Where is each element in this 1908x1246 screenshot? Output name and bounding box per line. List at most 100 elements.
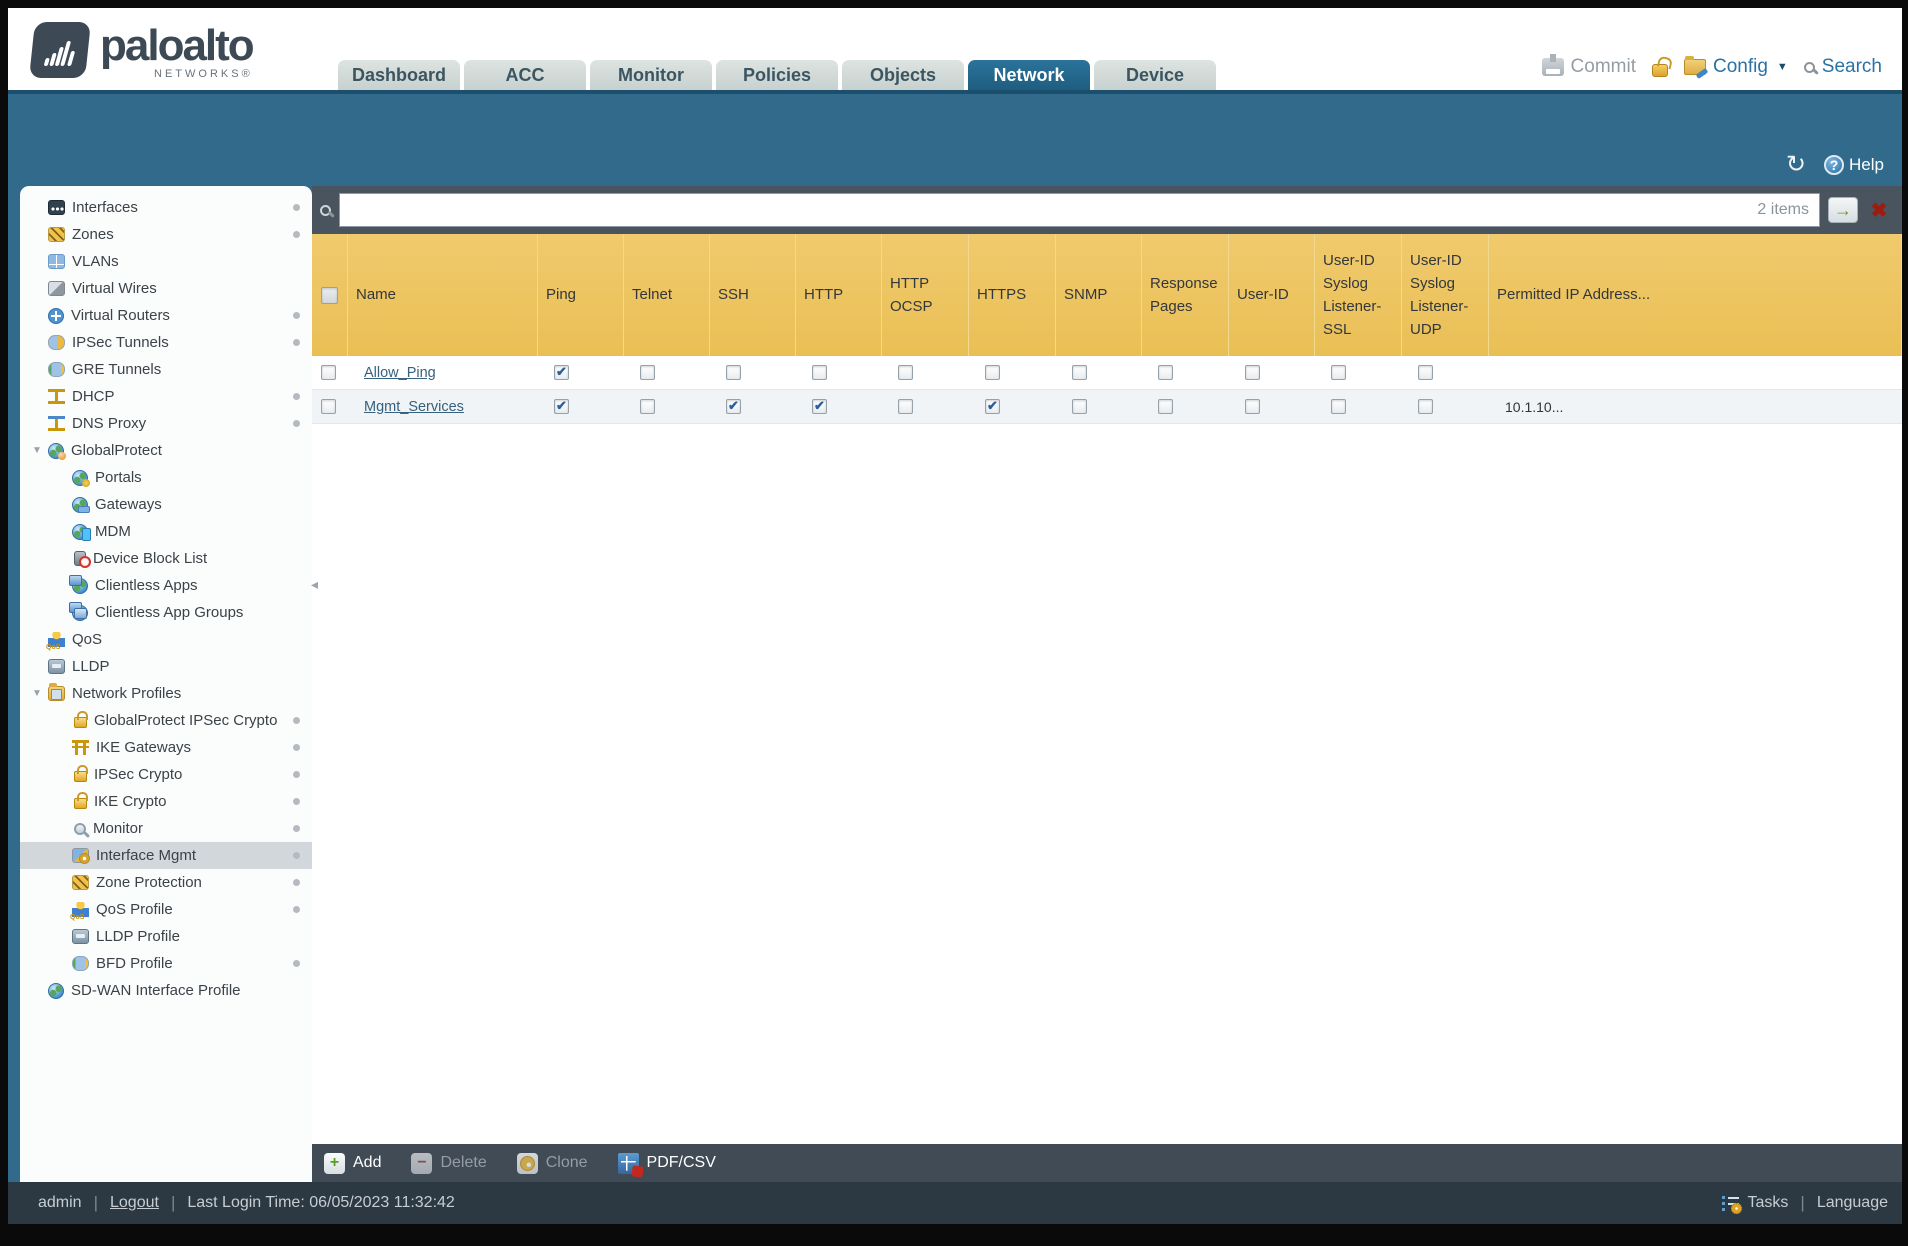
delete-button[interactable]: − Delete: [411, 1152, 487, 1174]
help-button[interactable]: ? Help: [1824, 155, 1884, 175]
sidebar-item-virtual-wires[interactable]: Virtual Wires: [20, 275, 312, 302]
column-header-user-id-syslog-udp[interactable]: User-ID Syslog Listener-UDP: [1402, 234, 1489, 356]
sidebar-item-qos[interactable]: QoS: [20, 626, 312, 653]
user-id-checkbox[interactable]: [1245, 399, 1260, 414]
sidebar-item-lldp[interactable]: LLDP: [20, 653, 312, 680]
tab-network[interactable]: Network: [968, 60, 1090, 90]
sidebar-item-qos-profile[interactable]: QoS Profile: [20, 896, 312, 923]
profile-name-link[interactable]: Allow_Ping: [364, 365, 436, 381]
column-header-ssh[interactable]: SSH: [710, 234, 796, 356]
column-header-user-id[interactable]: User-ID: [1229, 234, 1315, 356]
sidebar-item-virtual-routers[interactable]: Virtual Routers: [20, 302, 312, 329]
expander-icon[interactable]: ▼: [32, 445, 48, 456]
sidebar-item-globalprotect-ipsec-crypto[interactable]: GlobalProtect IPSec Crypto: [20, 707, 312, 734]
ssh-checkbox[interactable]: [726, 365, 741, 380]
commit-button[interactable]: Commit: [1541, 54, 1636, 78]
sidebar-item-bfd-profile[interactable]: BFD Profile: [20, 950, 312, 977]
tab-acc[interactable]: ACC: [464, 60, 586, 90]
profile-name-link[interactable]: Mgmt_Services: [364, 399, 464, 415]
column-header-permitted-ip[interactable]: Permitted IP Address...: [1489, 234, 1902, 356]
sidebar-item-globalprotect[interactable]: ▼ GlobalProtect: [20, 437, 312, 464]
ping-checkbox[interactable]: [554, 399, 569, 414]
sidebar-item-vlans[interactable]: VLANs: [20, 248, 312, 275]
response-pages-checkbox[interactable]: [1158, 399, 1173, 414]
user-id-syslog-udp-checkbox[interactable]: [1418, 365, 1433, 380]
snmp-checkbox[interactable]: [1072, 365, 1087, 380]
clear-filter-button[interactable]: ✖: [1866, 197, 1892, 223]
column-header-http-ocsp[interactable]: HTTP OCSP: [882, 234, 969, 356]
sidebar-item-gre-tunnels[interactable]: GRE Tunnels: [20, 356, 312, 383]
user-id-syslog-udp-checkbox[interactable]: [1418, 399, 1433, 414]
logout-link[interactable]: Logout: [110, 1194, 159, 1212]
user-id-syslog-ssl-checkbox[interactable]: [1331, 399, 1346, 414]
http-checkbox[interactable]: [812, 399, 827, 414]
column-header-http[interactable]: HTTP: [796, 234, 882, 356]
http-ocsp-checkbox[interactable]: [898, 365, 913, 380]
sidebar-item-interfaces[interactable]: Interfaces: [20, 194, 312, 221]
row-checkbox[interactable]: [321, 365, 336, 380]
ssh-checkbox[interactable]: [726, 399, 741, 414]
sidebar-item-gateways[interactable]: Gateways: [20, 491, 312, 518]
sidebar-item-dns-proxy[interactable]: DNS Proxy: [20, 410, 312, 437]
https-checkbox[interactable]: [985, 365, 1000, 380]
tab-monitor[interactable]: Monitor: [590, 60, 712, 90]
response-pages-checkbox[interactable]: [1158, 365, 1173, 380]
tab-dashboard[interactable]: Dashboard: [338, 60, 460, 90]
tab-device[interactable]: Device: [1094, 60, 1216, 90]
ping-checkbox[interactable]: [554, 365, 569, 380]
sidebar-item-label: Gateways: [95, 496, 162, 513]
sidebar-item-clientless-apps[interactable]: Clientless Apps: [20, 572, 312, 599]
sidebar-item-clientless-app-groups[interactable]: Clientless App Groups: [20, 599, 312, 626]
refresh-icon[interactable]: ↻: [1786, 153, 1806, 177]
sidebar-item-monitor[interactable]: Monitor: [20, 815, 312, 842]
sidebar-item-ipsec-tunnels[interactable]: IPSec Tunnels: [20, 329, 312, 356]
sidebar-item-zone-protection[interactable]: Zone Protection: [20, 869, 312, 896]
tasks-link[interactable]: Tasks: [1747, 1194, 1788, 1212]
http-ocsp-checkbox[interactable]: [898, 399, 913, 414]
sidebar-item-network-profiles[interactable]: ▼ Network Profiles: [20, 680, 312, 707]
sidebar-item-dhcp[interactable]: DHCP: [20, 383, 312, 410]
user-id-checkbox[interactable]: [1245, 365, 1260, 380]
sidebar-item-sd-wan-interface-profile[interactable]: SD-WAN Interface Profile: [20, 977, 312, 1004]
telnet-checkbox[interactable]: [640, 399, 655, 414]
sidebar-item-ike-crypto[interactable]: IKE Crypto: [20, 788, 312, 815]
filter-input[interactable]: [350, 201, 1758, 219]
search-button[interactable]: Search: [1803, 56, 1882, 78]
sidebar-item-ipsec-crypto[interactable]: IPSec Crypto: [20, 761, 312, 788]
sidebar-item-interface-mgmt[interactable]: Interface Mgmt: [20, 842, 312, 869]
column-header-https[interactable]: HTTPS: [969, 234, 1056, 356]
sidebar-item-lldp-profile[interactable]: LLDP Profile: [20, 923, 312, 950]
http-checkbox[interactable]: [812, 365, 827, 380]
pdf-csv-button[interactable]: PDF/CSV: [617, 1152, 716, 1174]
add-button[interactable]: + Add: [324, 1152, 381, 1174]
snmp-checkbox[interactable]: [1072, 399, 1087, 414]
tab-policies[interactable]: Policies: [716, 60, 838, 90]
sidebar-item-mdm[interactable]: MDM: [20, 518, 312, 545]
column-header-snmp[interactable]: SNMP: [1056, 234, 1142, 356]
column-header-response-pages[interactable]: Response Pages: [1142, 234, 1229, 356]
https-checkbox[interactable]: [985, 399, 1000, 414]
top-header: paloalto NETWORKS® Dashboard ACC Monitor Po…: [8, 8, 1902, 90]
tab-objects[interactable]: Objects: [842, 60, 964, 90]
language-link[interactable]: Language: [1817, 1194, 1888, 1212]
sidebar-item-portals[interactable]: Portals: [20, 464, 312, 491]
expander-icon[interactable]: ▼: [32, 688, 48, 699]
apply-filter-button[interactable]: →: [1828, 197, 1858, 223]
config-button[interactable]: Config ▼: [1683, 56, 1788, 78]
sidebar-item-ike-gateways[interactable]: IKE Gateways: [20, 734, 312, 761]
column-header-telnet[interactable]: Telnet: [624, 234, 710, 356]
telnet-checkbox[interactable]: [640, 365, 655, 380]
column-header-name[interactable]: Name: [348, 234, 538, 356]
tasks-icon: [1722, 1195, 1743, 1214]
sidebar-item-label: GRE Tunnels: [72, 361, 162, 378]
select-all-checkbox[interactable]: [321, 286, 338, 304]
clone-button[interactable]: Clone: [516, 1152, 588, 1174]
row-checkbox[interactable]: [321, 399, 336, 414]
user-id-syslog-ssl-checkbox[interactable]: [1331, 365, 1346, 380]
sidebar-item-zones[interactable]: Zones: [20, 221, 312, 248]
lock-icon[interactable]: [1651, 64, 1668, 77]
column-header-ping[interactable]: Ping: [538, 234, 624, 356]
sidebar-item-device-block-list[interactable]: Device Block List: [20, 545, 312, 572]
column-header-user-id-syslog-ssl[interactable]: User-ID Syslog Listener-SSL: [1315, 234, 1402, 356]
column-header-select-all[interactable]: [312, 234, 348, 356]
